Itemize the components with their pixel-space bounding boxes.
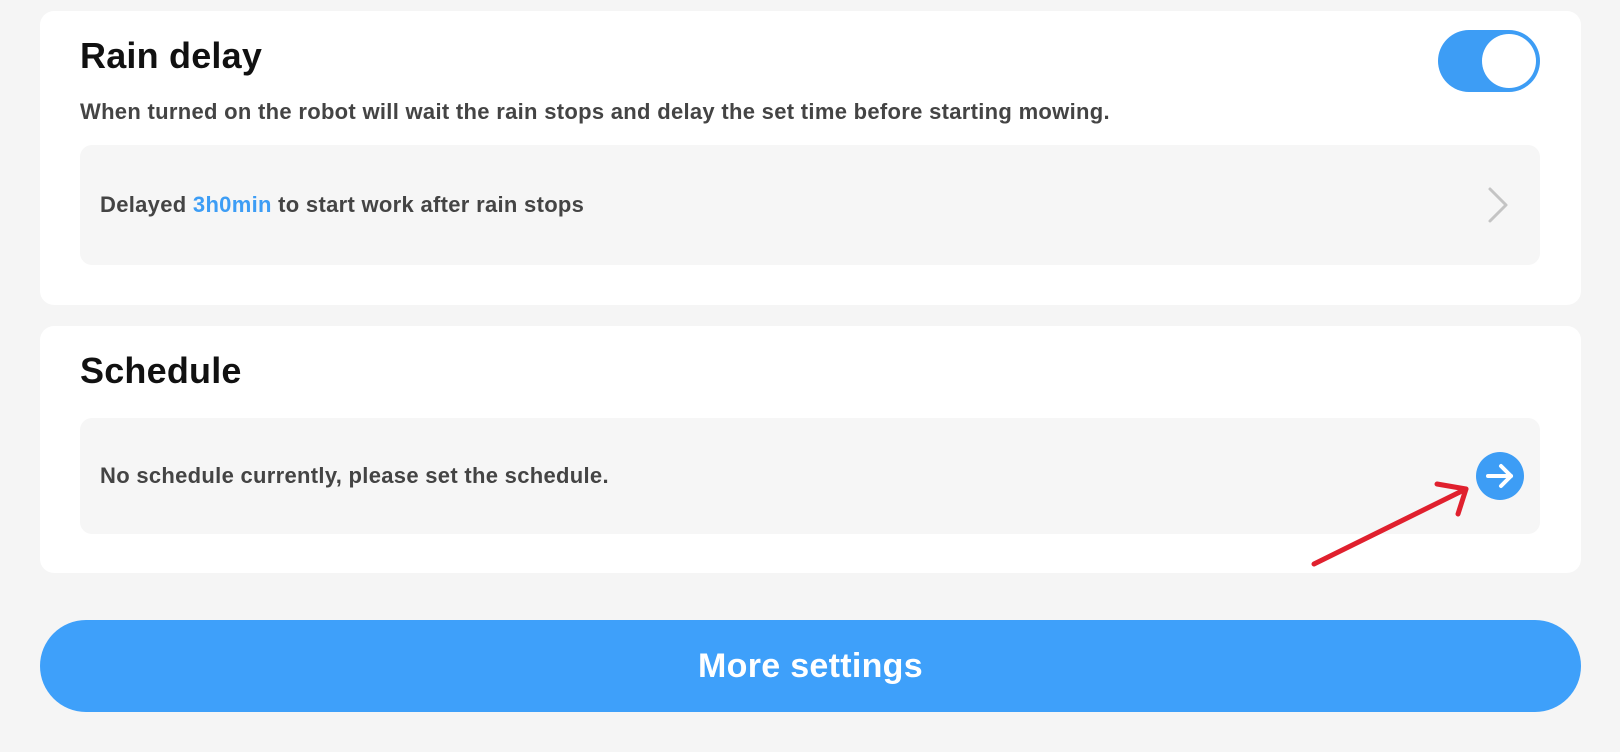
schedule-card: Schedule No schedule currently, please s…	[40, 326, 1581, 573]
rain-delay-toggle[interactable]	[1438, 30, 1540, 92]
delay-prefix: Delayed	[100, 192, 193, 217]
rain-delay-card: Rain delay When turned on the robot will…	[40, 11, 1581, 305]
chevron-right-icon	[1488, 187, 1508, 223]
more-settings-button[interactable]: More settings	[40, 620, 1581, 712]
schedule-empty-text: No schedule currently, please set the sc…	[100, 463, 609, 488]
settings-page: Rain delay When turned on the robot will…	[0, 0, 1620, 752]
arrow-right-circle-icon[interactable]	[1476, 452, 1524, 500]
arrow-right-icon	[1486, 464, 1513, 488]
schedule-title: Schedule	[80, 350, 242, 391]
rain-delay-time-row[interactable]: Delayed 3h0min to start work after rain …	[80, 145, 1540, 265]
schedule-row[interactable]: No schedule currently, please set the sc…	[80, 418, 1540, 534]
toggle-knob	[1482, 34, 1536, 88]
delay-suffix: to start work after rain stops	[271, 192, 585, 217]
rain-delay-description: When turned on the robot will wait the r…	[80, 99, 1110, 124]
rain-delay-title: Rain delay	[80, 35, 263, 76]
rain-delay-time-text: Delayed 3h0min to start work after rain …	[100, 192, 584, 218]
delay-value: 3h0min	[192, 192, 272, 217]
